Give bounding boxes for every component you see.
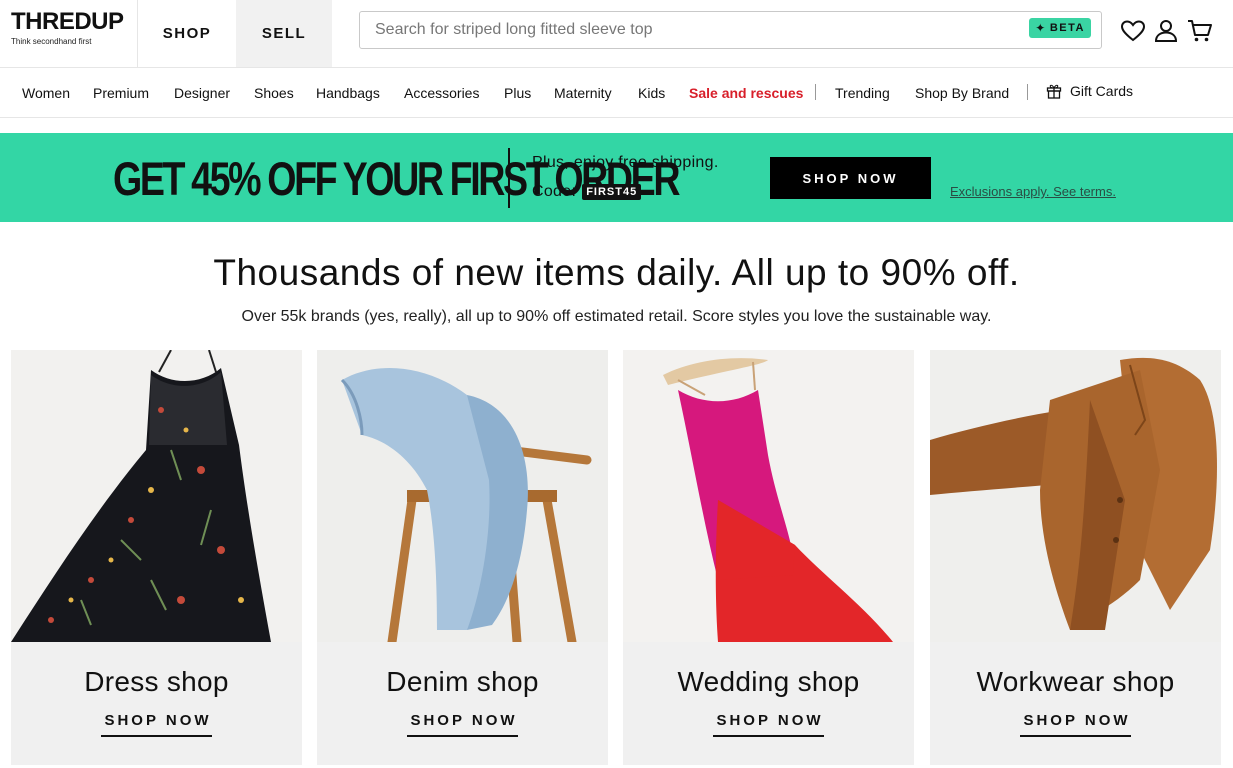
nav-kids[interactable]: Kids — [638, 85, 665, 101]
cart-icon[interactable] — [1187, 18, 1213, 44]
wedding-dress-image — [623, 350, 914, 642]
nav-designer[interactable]: Designer — [174, 85, 230, 101]
heart-icon[interactable] — [1120, 18, 1146, 44]
search-input[interactable] — [375, 21, 1101, 39]
promo-code-line: Code: FIRST45 — [532, 183, 642, 201]
thredup-logo[interactable]: THREDUP Think secondhand first — [11, 9, 135, 55]
account-icon[interactable] — [1153, 18, 1179, 44]
nav-gift-cards[interactable]: Gift Cards — [1046, 83, 1133, 99]
gift-icon — [1046, 84, 1062, 99]
card-title: Dress shop — [84, 666, 229, 697]
dress-image — [11, 350, 302, 642]
nav-trending[interactable]: Trending — [835, 85, 890, 101]
promo-shop-now-button[interactable]: SHOP NOW — [770, 157, 931, 199]
beta-label: BETA — [1049, 22, 1085, 34]
card-shop-now-link[interactable]: SHOP NOW — [623, 712, 914, 737]
card-denim-shop[interactable]: Denim shop SHOP NOW — [317, 350, 608, 765]
nav-maternity[interactable]: Maternity — [554, 85, 612, 101]
card-dress-shop[interactable]: Dress shop SHOP NOW — [11, 350, 302, 765]
card-shop-now-link[interactable]: SHOP NOW — [11, 712, 302, 737]
shop-now-label: SHOP NOW — [407, 712, 518, 737]
shop-now-label: SHOP NOW — [713, 712, 824, 737]
nav-women[interactable]: Women — [22, 85, 70, 101]
nav-shop-by-brand[interactable]: Shop By Brand — [915, 85, 1009, 101]
promo-code-label: Code: — [532, 183, 577, 200]
gift-cards-label: Gift Cards — [1070, 83, 1134, 99]
promo-divider — [508, 148, 510, 208]
hero-subline: Over 55k brands (yes, really), all up to… — [241, 308, 992, 325]
denim-image — [317, 350, 608, 642]
promo-terms-link[interactable]: Exclusions apply. See terms. — [950, 184, 1116, 199]
card-workwear-shop[interactable]: Workwear shop SHOP NOW — [930, 350, 1221, 765]
top-header: THREDUP Think secondhand first SHOP SELL… — [0, 0, 1233, 68]
nav-accessories[interactable]: Accessories — [404, 85, 479, 101]
card-wedding-shop[interactable]: Wedding shop SHOP NOW — [623, 350, 914, 765]
tab-shop[interactable]: SHOP — [137, 0, 236, 67]
nav-divider — [1027, 84, 1028, 100]
nav-divider — [815, 84, 816, 100]
promo-banner: GET 45% OFF YOUR FIRST ORDER Plus, enjoy… — [0, 133, 1233, 222]
logo-tagline: Think secondhand first — [11, 37, 92, 46]
nav-shoes[interactable]: Shoes — [254, 85, 294, 101]
category-nav: Women Premium Designer Shoes Handbags Ac… — [0, 68, 1233, 118]
card-shop-now-link[interactable]: SHOP NOW — [930, 712, 1221, 737]
nav-plus[interactable]: Plus — [504, 85, 531, 101]
card-title: Workwear shop — [976, 666, 1175, 697]
blazer-image — [930, 350, 1221, 642]
logo-wordmark: THREDUP — [11, 8, 124, 35]
promo-code-badge: FIRST45 — [582, 184, 642, 200]
promo-shipping-text: Plus, enjoy free shipping. — [532, 154, 719, 171]
hero-headline: Thousands of new items daily. All up to … — [213, 252, 1020, 293]
tab-sell[interactable]: SELL — [236, 0, 332, 67]
nav-premium[interactable]: Premium — [93, 85, 149, 101]
card-title: Wedding shop — [677, 666, 860, 697]
search-bar: ✦ BETA — [359, 11, 1102, 49]
nav-sale-and-rescues[interactable]: Sale and rescues — [689, 85, 803, 101]
nav-handbags[interactable]: Handbags — [316, 85, 380, 101]
beta-badge: ✦ BETA — [1029, 18, 1091, 38]
shop-now-label: SHOP NOW — [1020, 712, 1131, 737]
shop-now-label: SHOP NOW — [101, 712, 212, 737]
card-title: Denim shop — [386, 666, 539, 697]
card-shop-now-link[interactable]: SHOP NOW — [317, 712, 608, 737]
sparkle-icon: ✦ — [1035, 21, 1047, 35]
